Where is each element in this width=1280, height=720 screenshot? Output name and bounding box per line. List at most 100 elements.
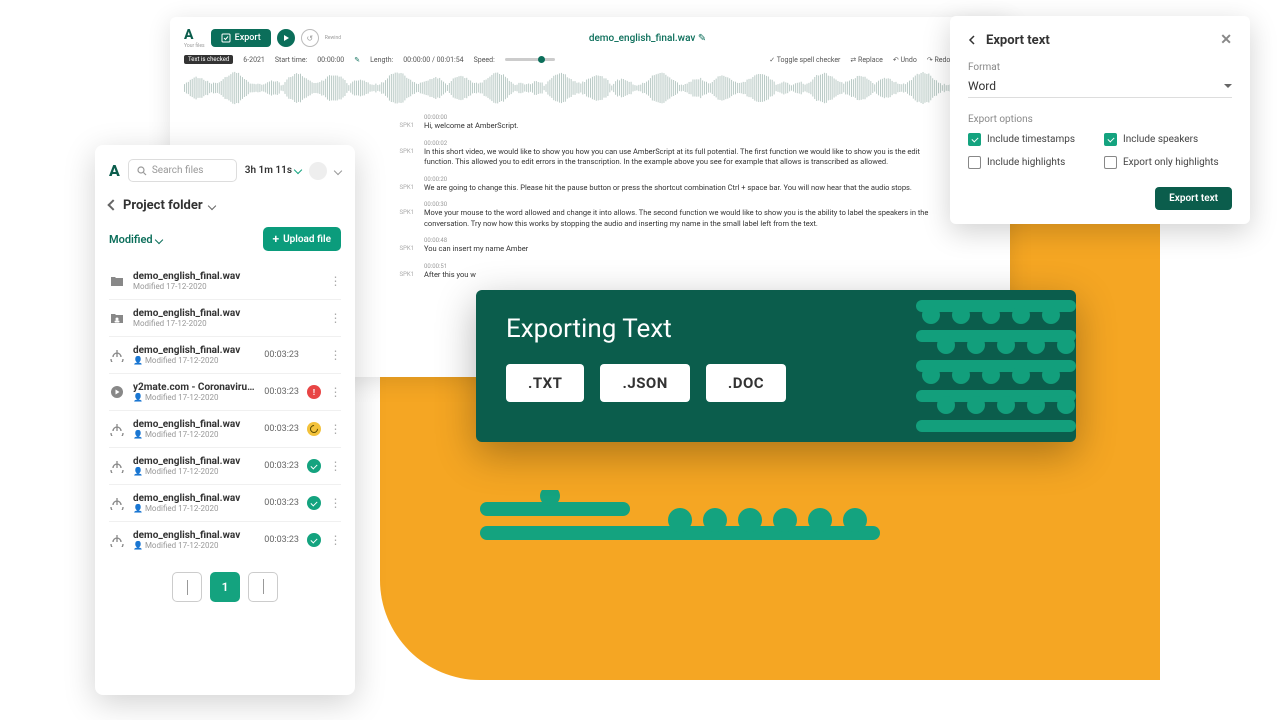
segment-text[interactable]: After this you w [424,270,476,279]
page-current[interactable]: 1 [210,572,240,602]
page-next[interactable] [248,572,278,602]
play-icon [109,384,125,400]
file-title: demo_english_final.wav ✎ [347,33,948,44]
transcript-segment[interactable]: SPK100:00:48You can insert my name Amber [424,237,936,255]
file-name: demo_english_final.wav [133,530,256,541]
pattern-icon [916,290,1076,442]
toggle-spell[interactable]: ✓ Toggle spell checker [769,56,840,64]
rewind-button[interactable]: ↺ [301,29,319,47]
file-row[interactable]: demo_english_final.wavModified 17-12-202… [109,263,341,299]
file-modified: Modified 17-12-2020 [133,282,321,291]
options-label: Export options [968,114,1232,125]
checkbox-timestamps[interactable]: Include timestamps [968,133,1096,146]
more-icon[interactable]: ⋮ [329,349,341,361]
file-row[interactable]: demo_english_final.wav👤 Modified 17-12-2… [109,484,341,521]
segment-text[interactable]: You can insert my name Amber [424,244,528,253]
transcript-segment[interactable]: SPK100:00:02In this short video, we woul… [424,140,936,168]
format-button[interactable]: .TXT [506,364,584,402]
duration-dropdown[interactable]: 3h 1m 11s [245,165,301,176]
file-duration: 00:03:23 [264,498,299,508]
search-input[interactable]: Search files [128,159,237,182]
chevron-down-icon[interactable] [335,164,341,177]
file-row[interactable]: demo_english_final.wav👤 Modified 17-12-2… [109,447,341,484]
file-row[interactable]: demo_english_final.wavModified 17-12-202… [109,299,341,336]
format-label: Format [968,62,1232,73]
checkbox-highlights[interactable]: Include highlights [968,156,1096,169]
file-row[interactable]: demo_english_final.wav👤 Modified 17-12-2… [109,336,341,373]
replace-button[interactable]: ⇄ Replace [850,56,882,64]
undo-button[interactable]: ↶ Undo [893,56,917,64]
export-icon [221,33,231,43]
segment-text[interactable]: Move your mouse to the word allowed and … [424,208,928,228]
folder-icon [109,273,125,289]
transcript-segment[interactable]: SPK100:00:51After this you w [424,263,936,281]
file-row[interactable]: y2mate.com - Coronavirus Vir_ ...👤 Modif… [109,373,341,410]
speed-slider[interactable] [505,58,555,61]
speaker-label: SPK1 [388,237,414,255]
checkbox-speakers[interactable]: Include speakers [1104,133,1232,146]
more-icon[interactable]: ⋮ [329,312,341,324]
file-row[interactable]: demo_english_final.wav👤 Modified 17-12-2… [109,521,341,558]
segment-text[interactable]: Hi, welcome at AmberScript. [424,121,519,130]
file-duration: 00:03:23 [264,387,299,397]
checkbox-only-highlights[interactable]: Export only highlights [1104,156,1232,169]
breadcrumb[interactable]: Project folder [109,198,341,213]
export-label: Export [235,33,261,43]
status-error-icon [307,385,321,399]
segment-text[interactable]: We are going to change this. Please hit … [424,183,912,192]
chevron-left-icon[interactable] [968,35,978,45]
more-icon[interactable]: ⋮ [329,497,341,509]
more-icon[interactable]: ⋮ [329,423,341,435]
file-row[interactable]: demo_english_final.wav👤 Modified 17-12-2… [109,410,341,447]
format-select[interactable]: Word [968,75,1232,98]
speed-label: Speed: [474,56,495,64]
more-icon[interactable]: ⋮ [329,460,341,472]
speaker-label: SPK1 [388,201,414,229]
close-icon[interactable]: ✕ [1220,32,1232,48]
more-icon[interactable]: ⋮ [329,534,341,546]
file-name: demo_english_final.wav [133,493,256,504]
file-name: demo_english_final.wav [133,456,256,467]
file-list: demo_english_final.wavModified 17-12-202… [109,263,341,558]
file-modified: 👤 Modified 17-12-2020 [133,393,256,402]
upload-button[interactable]: +Upload file [263,227,342,251]
transcript-segment[interactable]: SPK100:00:20We are going to change this.… [424,176,936,194]
play-button[interactable] [277,29,295,47]
file-name: demo_english_final.wav [133,345,256,356]
export-button[interactable]: Export [211,29,271,47]
chevron-down-icon[interactable] [209,198,215,213]
sort-modified[interactable]: Modified [109,233,162,246]
redo-button[interactable]: ↷ Redo [927,56,951,64]
user-avatar-small[interactable] [309,162,327,180]
file-modified: 👤 Modified 17-12-2020 [133,541,256,550]
status-done-icon [307,459,321,473]
audio-icon [109,532,125,548]
speaker-label: SPK1 [388,176,414,194]
file-duration: 00:03:23 [264,350,299,360]
file-modified: Modified 17-12-2020 [133,319,321,328]
saved-badge: Text is checked [184,55,233,64]
back-icon[interactable] [109,198,117,213]
audio-icon [109,495,125,511]
segment-text[interactable]: In this short video, we would like to sh… [424,147,920,167]
format-button[interactable]: .DOC [706,364,786,402]
file-name: y2mate.com - Coronavirus Vir_ ... [133,382,256,393]
file-duration: 00:03:23 [264,535,299,545]
export-text-button[interactable]: Export text [1155,187,1232,210]
timestamp: 00:00:00 [424,114,936,121]
format-button[interactable]: .JSON [600,364,689,402]
pagination: 1 [109,572,341,602]
length-value: 00:00:00 / 00:01:54 [403,56,463,64]
date: 6-2021 [243,56,265,64]
file-duration: 00:03:23 [264,461,299,471]
page-prev[interactable] [172,572,202,602]
file-name: demo_english_final.wav [133,308,321,319]
transcript-segment[interactable]: SPK100:00:30Move your mouse to the word … [424,201,936,229]
waveform[interactable] [184,70,996,106]
status-done-icon [307,496,321,510]
more-icon[interactable]: ⋮ [329,386,341,398]
file-sidebar: A Search files 3h 1m 11s Project folder … [95,145,355,695]
more-icon[interactable]: ⋮ [329,275,341,287]
transcript-segment[interactable]: SPK100:00:00Hi, welcome at AmberScript. [424,114,936,132]
folder-name: Project folder [123,198,203,213]
